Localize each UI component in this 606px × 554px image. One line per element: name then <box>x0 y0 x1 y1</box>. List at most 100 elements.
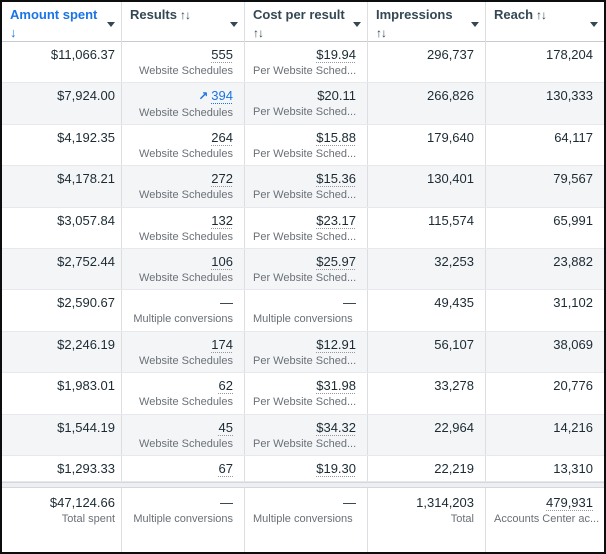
cost-type-label: Per Website Sched... <box>253 354 357 367</box>
column-header-reach[interactable]: Reach ↑↓ <box>486 2 604 44</box>
column-header-cost-per-result[interactable]: Cost per result ↑↓ <box>245 2 368 44</box>
results-value[interactable]: 394 <box>211 88 233 103</box>
results-type-label: Website Schedules <box>139 189 233 202</box>
amount-spent-value: $3,057.84 <box>57 212 115 228</box>
impressions-value: 22,964 <box>434 419 474 435</box>
cost-per-result-cell: $34.32 Per Website Sched... <box>245 414 368 455</box>
column-menu-caret-icon[interactable] <box>107 21 115 27</box>
cost-per-result-cell: $20.11 Per Website Sched... <box>245 83 368 124</box>
amount-spent-value: $2,590.67 <box>57 295 115 311</box>
sort-toggle-icon[interactable]: ↑↓ <box>376 26 387 40</box>
column-header-label: Reach <box>494 7 534 22</box>
column-header-results[interactable]: Results ↑↓ <box>122 2 245 44</box>
results-value[interactable]: 264 <box>211 130 233 145</box>
amount-spent-value: $1,983.01 <box>57 378 115 394</box>
total-results-label: Multiple conversions <box>133 512 233 525</box>
column-header-label-wrap: Results ↑↓ <box>130 6 190 24</box>
column-menu-caret-icon[interactable] <box>353 21 361 27</box>
reach-cell: 14,216 <box>486 415 604 455</box>
cost-per-result-value[interactable]: $31.98 <box>316 378 356 393</box>
column-menu-caret-icon[interactable] <box>230 21 238 27</box>
impressions-cell: 115,574 <box>368 207 486 248</box>
sort-toggle-icon[interactable]: ↑↓ <box>180 8 190 22</box>
results-value[interactable]: 106 <box>211 254 233 269</box>
total-cost-per-result-value: — <box>343 494 356 510</box>
cost-per-result-value[interactable]: $25.97 <box>316 254 356 269</box>
cost-type-label: Per Website Sched... <box>253 396 357 409</box>
cost-per-result-value[interactable]: $34.32 <box>316 420 356 435</box>
cost-per-result-value: — <box>343 295 356 311</box>
cost-per-result-value[interactable]: $19.94 <box>316 47 356 62</box>
cost-per-result-value[interactable]: $15.88 <box>316 130 356 145</box>
results-value[interactable]: 62 <box>219 378 233 393</box>
reach-value: 130,333 <box>546 88 593 104</box>
amount-spent-cell: $2,590.67 <box>2 290 122 331</box>
column-menu-caret-icon[interactable] <box>590 21 598 27</box>
amount-spent-cell: $3,057.84 <box>2 207 122 248</box>
amount-spent-total-cell: $47,124.66 Total spent <box>2 487 122 552</box>
cost-per-result-cell: $25.97 Per Website Sched... <box>245 248 368 290</box>
results-value[interactable]: 45 <box>219 420 233 435</box>
reach-cell: 31,102 <box>486 290 604 330</box>
column-header-amount-spent[interactable]: Amount spent ↓ <box>2 2 122 44</box>
cost-type-label: Per Website Sched... <box>253 230 357 243</box>
amount-spent-value: $7,924.00 <box>57 88 115 104</box>
amount-spent-value: $1,544.19 <box>57 419 115 435</box>
table-row: $2,752.44 106 Website Schedules $25.97 P… <box>2 248 604 291</box>
reach-cell: 20,776 <box>486 373 604 413</box>
results-value[interactable]: 67 <box>219 461 233 476</box>
results-cell: 174 Website Schedules <box>122 331 245 373</box>
total-impressions-label: Total <box>450 512 474 525</box>
results-value[interactable]: 132 <box>211 213 233 228</box>
cost-per-result-value[interactable]: $12.91 <box>316 337 356 352</box>
column-header-label-wrap: Amount spent ↓ <box>10 6 103 42</box>
cost-type-label: Per Website Sched... <box>253 437 357 450</box>
reach-value: 178,204 <box>546 47 593 62</box>
table-row: $1,293.33 67 $19.30 22,219 13,310 <box>2 455 604 482</box>
column-header-label: Results <box>130 7 177 22</box>
results-cell: — Multiple conversions <box>122 290 245 331</box>
results-cell: 132 Website Schedules <box>122 207 245 248</box>
results-type-label: Website Schedules <box>139 271 233 284</box>
impressions-cell: 33,278 <box>368 373 486 414</box>
results-total-cell: — Multiple conversions <box>122 487 245 552</box>
cost-per-result-cell: — Multiple conversions <box>245 290 368 331</box>
impressions-value: 33,278 <box>434 378 474 394</box>
results-value[interactable]: 272 <box>211 171 233 186</box>
reach-cell: 13,310 <box>486 456 604 481</box>
total-reach-value[interactable]: 479,931 <box>546 495 593 510</box>
cost-type-label: Per Website Sched... <box>253 65 357 77</box>
results-cell: 106 Website Schedules <box>122 248 245 290</box>
column-header-impressions[interactable]: Impressions ↑↓ <box>368 2 486 44</box>
total-impressions-value: 1,314,203 <box>416 494 474 510</box>
amount-spent-cell: $2,752.44 <box>2 248 122 290</box>
amount-spent-value: $2,752.44 <box>57 253 115 269</box>
amount-spent-value: $1,293.33 <box>57 460 115 476</box>
sort-toggle-icon[interactable]: ↑↓ <box>253 26 264 40</box>
results-cell: 272 Website Schedules <box>122 166 245 207</box>
results-type-label: Website Schedules <box>139 437 233 450</box>
results-type-label: Website Schedules <box>139 354 233 367</box>
cost-type-label: Per Website Sched... <box>253 189 357 202</box>
amount-spent-cell: $11,066.37 <box>2 42 122 83</box>
cost-per-result-total-cell: — Multiple conversions <box>245 487 368 552</box>
reach-value: 65,991 <box>553 212 593 228</box>
sort-toggle-icon[interactable]: ↑↓ <box>536 8 546 22</box>
reach-value: 38,069 <box>553 336 593 352</box>
cost-per-result-value[interactable]: $23.17 <box>316 213 356 228</box>
reach-value: 13,310 <box>553 460 593 476</box>
table-row: $4,178.21 272 Website Schedules $15.36 P… <box>2 166 604 208</box>
results-value[interactable]: 174 <box>211 337 233 352</box>
table-row: $1,983.01 62 Website Schedules $31.98 Pe… <box>2 373 604 415</box>
cost-per-result-value[interactable]: $15.36 <box>316 171 356 186</box>
cost-per-result-value: $20.11 <box>317 88 356 104</box>
sort-descending-icon[interactable]: ↓ <box>10 25 16 40</box>
amount-spent-cell: $1,544.19 <box>2 414 122 455</box>
cost-per-result-value[interactable]: $19.30 <box>316 461 356 476</box>
column-header-label: Amount spent <box>10 7 98 22</box>
results-cell: ↗ 394 Website Schedules <box>122 83 245 124</box>
cost-type-label: Per Website Sched... <box>253 106 357 119</box>
results-value[interactable]: 555 <box>211 47 233 62</box>
column-menu-caret-icon[interactable] <box>471 21 479 27</box>
amount-spent-cell: $7,924.00 <box>2 83 122 124</box>
